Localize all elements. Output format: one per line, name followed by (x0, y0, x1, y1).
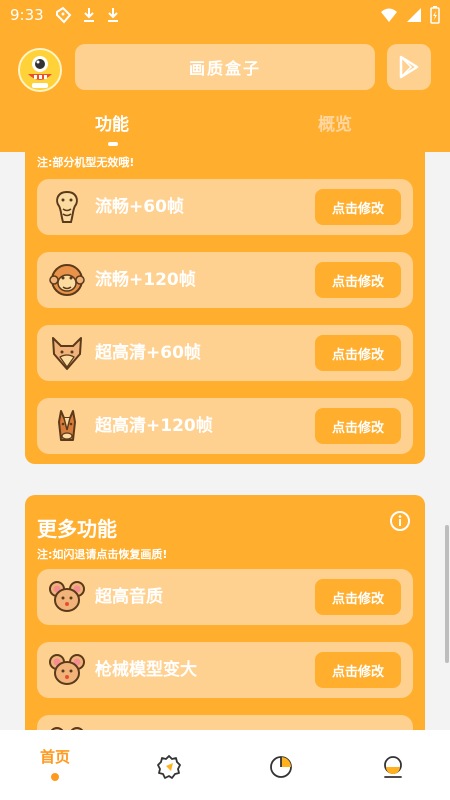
modify-button[interactable]: 点击修改 (315, 652, 401, 688)
top-tabs: 功能 概览 (0, 110, 450, 150)
list-item: 超高清+120帧 点击修改 (37, 398, 413, 454)
play-store-icon (399, 55, 419, 79)
info-icon[interactable] (389, 510, 411, 532)
download-icon (107, 8, 118, 22)
row-label: 超高清+120帧 (95, 416, 213, 436)
list-item: 超高清+60帧 点击修改 (37, 325, 413, 381)
card-title: 更多功能 (37, 517, 117, 541)
list-item: 流畅+120帧 点击修改 (37, 252, 413, 308)
list-item: 枪械模型变大 点击修改 (37, 642, 413, 698)
monkey-icon (49, 264, 85, 296)
list-item: 流畅+60帧 点击修改 (37, 179, 413, 235)
ticket-icon (55, 6, 72, 24)
card-note: 注:部分机型无效哦! (37, 156, 135, 169)
download-icon (83, 8, 94, 22)
tab-features[interactable]: 功能 (95, 110, 129, 135)
list-item (37, 715, 413, 730)
row-label: 超高清+60帧 (95, 343, 201, 363)
row-label: 超高音质 (95, 587, 163, 607)
status-bar: 9:33 (0, 0, 450, 30)
app-title: 画质盒子 (188, 59, 261, 78)
nav-badge[interactable] (124, 730, 214, 800)
scrollbar[interactable] (445, 525, 449, 663)
main-content[interactable]: 注:部分机型无效哦! 流畅+60帧 点击修改 流畅+120帧 点击修改 超高清+… (0, 152, 450, 730)
modify-button[interactable]: 点击修改 (315, 262, 401, 298)
row-label: 枪械模型变大 (95, 660, 197, 680)
frame-rate-card: 注:部分机型无效哦! 流畅+60帧 点击修改 流畅+120帧 点击修改 超高清+… (25, 152, 425, 464)
mouse-icon (49, 654, 85, 685)
mouse-icon (49, 581, 85, 612)
list-item: 超高音质 点击修改 (37, 569, 413, 625)
wifi-icon (381, 8, 397, 22)
cobra-icon (56, 190, 78, 223)
modify-button[interactable]: 点击修改 (315, 579, 401, 615)
nav-home[interactable]: 首页 (10, 730, 100, 800)
pie-chart-icon (270, 756, 292, 778)
cartoon-mascot-avatar (20, 50, 60, 90)
badge-check-icon (157, 755, 181, 779)
battery-charging-icon (430, 6, 440, 24)
card-note: 注:如闪退请点击恢复画质! (37, 548, 168, 561)
horse-icon (58, 410, 76, 441)
play-store-button[interactable] (387, 44, 431, 90)
nav-active-dot (51, 773, 59, 781)
avatar[interactable] (18, 48, 62, 92)
nav-profile[interactable] (348, 730, 438, 800)
nav-stats[interactable] (236, 730, 326, 800)
tab-indicator (108, 142, 118, 146)
tab-overview[interactable]: 概览 (318, 110, 352, 135)
modify-button[interactable]: 点击修改 (315, 335, 401, 371)
row-label: 流畅+120帧 (95, 270, 196, 290)
modify-button[interactable]: 点击修改 (315, 189, 401, 225)
signal-icon (407, 8, 421, 22)
app-header: 画质盒子 功能 概览 (0, 30, 450, 152)
status-time: 9:33 (10, 6, 44, 24)
app-title-box: 画质盒子 (75, 44, 375, 90)
nav-home-label: 首页 (39, 748, 70, 766)
more-features-card: 更多功能 注:如闪退请点击恢复画质! 超高音质 点击修改 枪械模型变大 点击修改 (25, 495, 425, 730)
wolf-icon (52, 337, 82, 370)
modify-button[interactable]: 点击修改 (315, 408, 401, 444)
row-label: 流畅+60帧 (95, 197, 184, 217)
bottom-nav: 首页 (0, 730, 450, 800)
user-icon (384, 756, 402, 778)
